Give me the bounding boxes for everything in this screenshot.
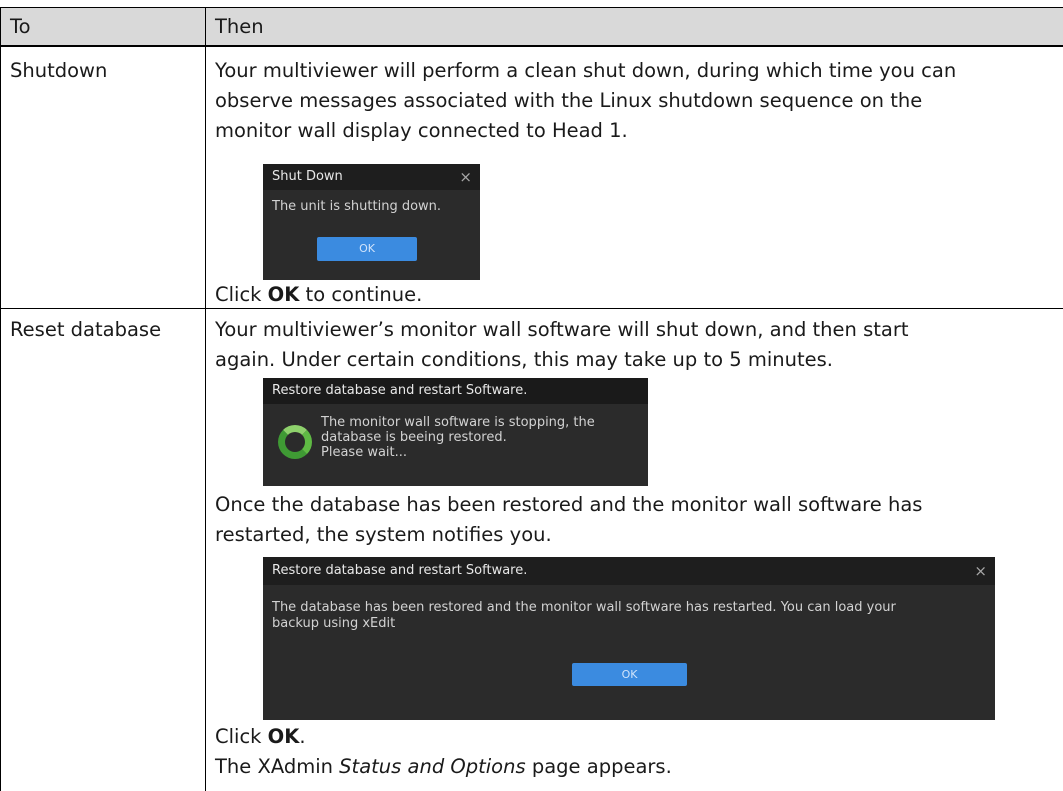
restore-progress-message-2: database is beeing restored. [321,430,507,445]
restore-progress-dialog-title: Restore database and restart Software. [263,378,648,404]
row-shutdown-action: Shutdown [10,59,108,82]
restore-progress-message-3: Please wait... [321,445,408,460]
restore-complete-dialog-title: Restore database and restart Software. [263,557,995,585]
final-suffix: page appears. [525,755,672,778]
table-top-border [0,7,1063,8]
row-reset-middle-line-1: Once the database has been restored and … [215,493,923,516]
row-reset-click-ok: Click OK. [215,722,306,752]
loading-spinner-icon [278,425,312,459]
restore-progress-message-1: The monitor wall software is stopping, t… [321,415,595,430]
row-reset-line-1: Your multiviewer’s monitor wall software… [215,318,909,341]
row-shutdown-line-2: observe messages associated with the Lin… [215,89,923,112]
restore-progress-dialog: Restore database and restart Software. T… [263,378,648,486]
table-left-border [0,7,1,791]
click-suffix: to continue. [299,283,423,306]
close-icon[interactable]: × [459,164,472,190]
final-prefix: The XAdmin [215,755,340,778]
row-reset-final-line: The XAdmin Status and Options page appea… [215,752,672,782]
restore-complete-message-1: The database has been restored and the m… [272,600,896,615]
instruction-table: To Then Shutdown Your multiviewer will p… [0,0,1063,791]
row-reset-middle-line-2: restarted, the system notifies you. [215,523,552,546]
row-shutdown-click-ok: Click OK to continue. [215,280,422,310]
shutdown-dialog-message: The unit is shutting down. [272,199,442,214]
close-icon[interactable]: × [974,557,987,585]
click-suffix: . [299,725,306,748]
status-and-options-page-name: Status and Options [339,755,526,778]
click-ok-bold: OK [267,283,300,306]
shutdown-ok-button[interactable]: OK [317,237,417,261]
row-reset-action: Reset database [10,318,162,341]
header-to: To [10,15,31,38]
table-header-divider [0,45,1063,47]
restore-complete-ok-button[interactable]: OK [572,663,687,686]
table-row-divider [0,308,1063,309]
restore-complete-message-2: backup using xEdit [272,616,396,631]
click-prefix: Click [215,283,268,306]
row-shutdown-line-3: monitor wall display connected to Head 1… [215,119,628,142]
row-reset-line-2: again. Under certain conditions, this ma… [215,348,833,371]
click-prefix: Click [215,725,268,748]
row-shutdown-line-1: Your multiviewer will perform a clean sh… [215,59,957,82]
shutdown-dialog-title: Shut Down [263,164,480,190]
shutdown-dialog: Shut Down × The unit is shutting down. O… [263,164,480,280]
table-header-background [0,8,1063,46]
header-then: Then [215,15,264,38]
table-column-divider [205,7,206,791]
restore-complete-dialog: Restore database and restart Software. ×… [263,557,995,720]
click-ok-bold: OK [267,725,300,748]
